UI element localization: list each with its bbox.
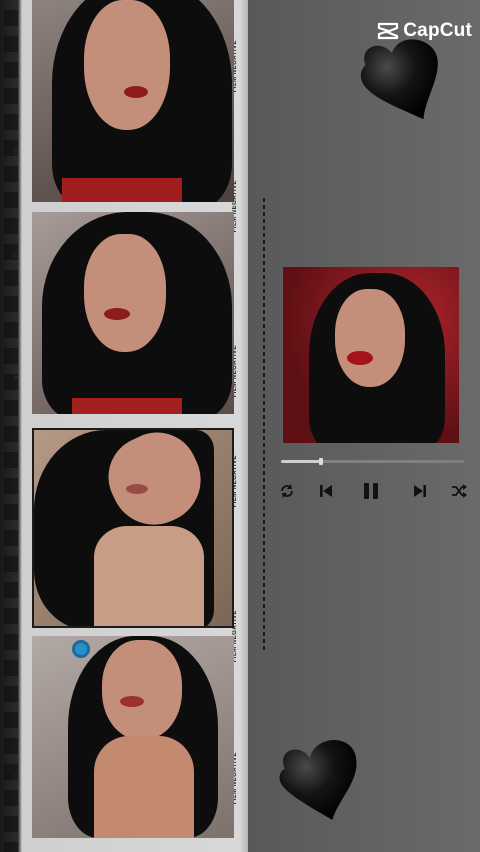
frame-number: 10 bbox=[12, 148, 18, 155]
pause-button[interactable] bbox=[360, 478, 382, 504]
portrait-photo bbox=[32, 0, 234, 202]
progress-knob[interactable] bbox=[319, 458, 324, 465]
playback-progress-bar[interactable] bbox=[281, 458, 464, 465]
film-frame-photo[interactable] bbox=[32, 0, 234, 202]
film-edge-label: FILM NEGATIVE bbox=[232, 180, 238, 233]
next-button[interactable] bbox=[409, 478, 431, 504]
frame-number: 16 bbox=[12, 575, 18, 582]
heart-icon bbox=[360, 39, 438, 120]
repeat-icon bbox=[281, 484, 293, 498]
next-icon bbox=[414, 485, 426, 497]
progress-fill bbox=[281, 460, 322, 463]
heart-icon bbox=[279, 740, 357, 820]
frame-number: 11 bbox=[12, 252, 18, 259]
frame-number: 15 bbox=[12, 470, 18, 477]
film-edge-label: FILM NEGATIVE bbox=[232, 455, 238, 508]
playback-controls bbox=[276, 478, 470, 504]
film-edge-label: FILM NEGATIVE bbox=[232, 40, 238, 93]
shuffle-icon bbox=[452, 484, 467, 498]
portrait-photo bbox=[283, 267, 459, 443]
sprocket-holes bbox=[4, 0, 18, 852]
film-frame-photo[interactable] bbox=[32, 636, 234, 838]
film-edge-label: FILM NEGATIVE bbox=[232, 610, 238, 663]
previous-icon bbox=[320, 485, 332, 497]
film-frame-photo[interactable] bbox=[32, 428, 234, 628]
repeat-button[interactable] bbox=[276, 478, 298, 504]
portrait-photo bbox=[32, 212, 234, 414]
previous-button[interactable] bbox=[315, 478, 337, 504]
pause-icon bbox=[364, 483, 378, 499]
shuffle-button[interactable] bbox=[448, 478, 470, 504]
frame-number: 17 bbox=[12, 772, 18, 779]
portrait-photo bbox=[32, 636, 234, 838]
dashed-divider bbox=[263, 198, 265, 650]
album-art bbox=[283, 267, 459, 443]
frame-number: 14 bbox=[12, 372, 18, 379]
flower-icon bbox=[72, 640, 90, 658]
portrait-photo bbox=[34, 430, 232, 626]
film-edge-label: FILM NEGATIVE bbox=[232, 752, 238, 805]
film-strip: 10 11 14 15 16 17 FILM NEGATIVE FILM NEG… bbox=[0, 0, 248, 852]
film-edge-label: FILM NEGATIVE bbox=[232, 345, 238, 398]
film-frame-photo[interactable] bbox=[32, 212, 234, 414]
